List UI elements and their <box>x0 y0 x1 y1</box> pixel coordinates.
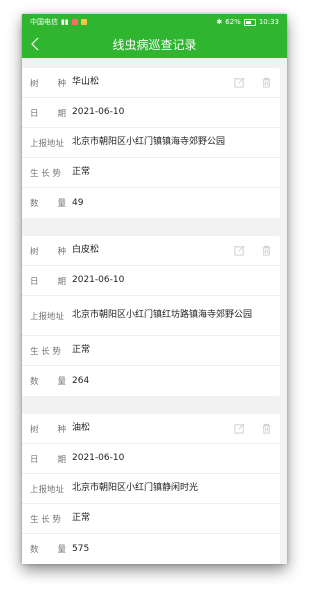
address-label: 上报地址 <box>30 484 65 495</box>
count-value: 49 <box>72 197 84 208</box>
back-button[interactable] <box>28 35 42 53</box>
date-label: 日期 <box>30 454 66 465</box>
tree-label: 树种 <box>30 246 66 257</box>
date-label: 日期 <box>30 108 66 119</box>
growth-label: 生 长 势 <box>30 514 61 525</box>
status-bar: 中国电信 ▮▮ ✱ 62% 10:33 <box>22 14 287 30</box>
count-row: 数量 49 <box>22 188 280 218</box>
tree-row: 树种 白皮松 <box>22 236 280 266</box>
date-row: 日期 2021-06-10 <box>22 444 280 474</box>
notification-icon <box>80 19 87 25</box>
tree-value: 华山松 <box>72 77 100 87</box>
title-bar: 线虫病巡查记录 <box>22 30 287 58</box>
delete-icon[interactable] <box>261 77 272 88</box>
growth-value: 正常 <box>72 513 91 523</box>
address-label: 上报地址 <box>30 311 65 322</box>
date-value: 2021-06-10 <box>72 275 125 285</box>
signal-icon: ▮▮ <box>61 18 69 26</box>
tree-value: 白皮松 <box>72 245 100 255</box>
tree-row: 树种 油松 <box>22 414 280 444</box>
address-value: 北京市朝阳区小红门镇静闲时光 <box>72 483 199 493</box>
record-card: 树种 白皮松 日期 2021-06-10 上报地址 北京市朝阳区小红门镇红坊路镇… <box>22 236 280 396</box>
count-label: 数量 <box>30 199 66 209</box>
clock: 10:33 <box>258 18 279 26</box>
date-label: 日期 <box>30 276 66 287</box>
delete-icon[interactable] <box>261 423 272 434</box>
growth-value: 正常 <box>72 167 91 177</box>
page-title: 线虫病巡查记录 <box>112 37 197 52</box>
count-label: 数量 <box>30 545 66 555</box>
growth-label: 生 长 势 <box>30 346 61 357</box>
battery-icon <box>243 18 256 26</box>
growth-row: 生 长 势 正常 <box>22 158 280 188</box>
address-row: 上报地址 北京市朝阳区小红门镇镇海寺郊野公园 <box>22 128 280 158</box>
count-row: 数量 575 <box>22 534 280 564</box>
address-row: 上报地址 北京市朝阳区小红门镇红坊路镇海寺郊野公园 <box>22 296 280 336</box>
growth-value: 正常 <box>72 345 91 355</box>
growth-row: 生 长 势 正常 <box>22 336 280 366</box>
delete-icon[interactable] <box>261 245 272 256</box>
battery-percent: 62% <box>225 18 241 26</box>
address-row: 上报地址 北京市朝阳区小红门镇静闲时光 <box>22 474 280 504</box>
edit-icon[interactable] <box>234 245 245 256</box>
count-row: 数量 264 <box>22 366 280 396</box>
count-label: 数量 <box>30 377 66 387</box>
tree-label: 树种 <box>30 78 66 89</box>
date-value: 2021-06-10 <box>72 107 125 117</box>
record-card: 树种 油松 日期 2021-06-10 上报地址 北京市朝阳区小红门镇静闲时光 … <box>22 414 280 564</box>
date-row: 日期 2021-06-10 <box>22 98 280 128</box>
record-card: 树种 华山松 日期 2021-06-10 上报地址 北京市朝阳区小红门镇镇海寺郊… <box>22 68 280 218</box>
address-value: 北京市朝阳区小红门镇镇海寺郊野公园 <box>72 137 226 147</box>
count-value: 264 <box>72 375 90 386</box>
record-list: 树种 华山松 日期 2021-06-10 上报地址 北京市朝阳区小红门镇镇海寺郊… <box>22 58 287 564</box>
date-value: 2021-06-10 <box>72 453 125 463</box>
tree-label: 树种 <box>30 424 66 435</box>
address-value: 北京市朝阳区小红门镇红坊路镇海寺郊野公园 <box>72 310 253 320</box>
edit-icon[interactable] <box>234 423 245 434</box>
chevron-left-icon <box>31 37 39 51</box>
address-label: 上报地址 <box>30 138 65 149</box>
tree-value: 油松 <box>72 423 91 433</box>
count-value: 575 <box>72 543 90 554</box>
bluetooth-icon: ✱ <box>216 18 223 26</box>
date-row: 日期 2021-06-10 <box>22 266 280 296</box>
edit-icon[interactable] <box>234 77 245 88</box>
growth-label: 生 长 势 <box>30 168 61 179</box>
phone-screen: 中国电信 ▮▮ ✱ 62% 10:33 线虫病巡查记录 树种 华山松 日 期 2… <box>22 14 287 564</box>
notification-icon <box>71 19 78 25</box>
growth-row: 生 长 势 正常 <box>22 504 280 534</box>
carrier-label: 中国电信 <box>30 18 58 26</box>
tree-row: 树种 华山松 <box>22 68 280 98</box>
